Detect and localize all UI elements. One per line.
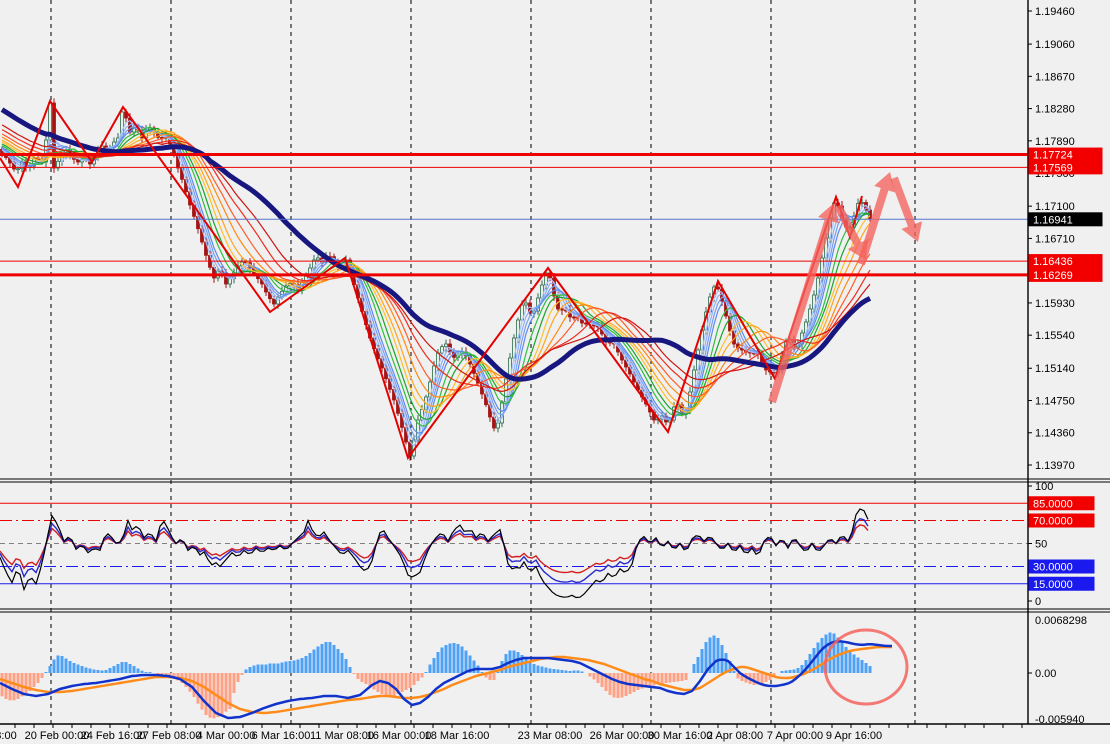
svg-text:0.00: 0.00	[1035, 668, 1056, 680]
ma-ribbon	[2, 121, 870, 446]
svg-text:1.16269: 1.16269	[1033, 270, 1073, 282]
svg-text:0.0068298: 0.0068298	[1035, 615, 1087, 627]
svg-text:18 Mar 16:00: 18 Mar 16:00	[425, 730, 490, 742]
svg-text:11 Mar 08:00: 11 Mar 08:00	[310, 730, 374, 742]
svg-text:1.18670: 1.18670	[1035, 71, 1075, 83]
svg-text:1.15930: 1.15930	[1035, 298, 1075, 310]
svg-text:1.19460: 1.19460	[1035, 6, 1075, 18]
time-axis-labels: 8:0020 Feb 00:0024 Feb 16:0027 Feb 08:00…	[0, 724, 1022, 742]
svg-text:26 Mar 00:00: 26 Mar 00:00	[590, 730, 655, 742]
drawn-annotations-arrows[interactable]	[772, 172, 922, 704]
svg-text:1.14360: 1.14360	[1035, 428, 1075, 440]
svg-text:27 Feb 08:00: 27 Feb 08:00	[137, 730, 202, 742]
chart-canvas[interactable]: 1.19460 1.19060 1.18670 1.18280 1.17890 1.175…	[0, 0, 1110, 744]
trading-chart-window: 1.19460 1.19060 1.18670 1.18280 1.17890 1.175…	[0, 0, 1110, 744]
price-axis-labels: 1.19460 1.19060 1.18670 1.18280 1.17890 1.175…	[1028, 6, 1103, 726]
trend-arrow-annotation[interactable]	[894, 178, 922, 242]
svg-text:30 Mar 16:00: 30 Mar 16:00	[648, 730, 713, 742]
macd-panel[interactable]	[0, 633, 892, 719]
svg-text:100: 100	[1035, 481, 1053, 493]
svg-text:1.18280: 1.18280	[1035, 104, 1075, 116]
svg-text:1.13970: 1.13970	[1035, 460, 1075, 472]
svg-text:1.15140: 1.15140	[1035, 363, 1075, 375]
svg-text:0: 0	[1035, 596, 1041, 608]
svg-text:50: 50	[1035, 539, 1047, 551]
svg-text:4 Mar 00:00: 4 Mar 00:00	[197, 730, 256, 742]
svg-text:16 Mar 00:00: 16 Mar 00:00	[367, 730, 432, 742]
svg-text:1.14750: 1.14750	[1035, 395, 1075, 407]
svg-text:6 Mar 16:00: 6 Mar 16:00	[252, 730, 311, 742]
svg-text:1.19060: 1.19060	[1035, 39, 1075, 51]
svg-text:-0.005940: -0.005940	[1035, 714, 1085, 726]
svg-text:2 Apr 08:00: 2 Apr 08:00	[707, 730, 763, 742]
svg-text:1.17100: 1.17100	[1035, 201, 1075, 213]
svg-text:1.17890: 1.17890	[1035, 136, 1075, 148]
trend-arrow-annotation[interactable]	[861, 172, 895, 264]
svg-text:1.15540: 1.15540	[1035, 330, 1075, 342]
svg-text:30.0000: 30.0000	[1033, 562, 1073, 574]
svg-text:1.17569: 1.17569	[1033, 162, 1073, 174]
svg-text:15.0000: 15.0000	[1033, 579, 1073, 591]
svg-text:70.0000: 70.0000	[1033, 516, 1073, 528]
svg-text:23 Mar 08:00: 23 Mar 08:00	[518, 730, 583, 742]
svg-text:9 Apr 16:00: 9 Apr 16:00	[826, 730, 882, 742]
svg-text:7 Apr 00:00: 7 Apr 00:00	[767, 730, 823, 742]
svg-text:1.16436: 1.16436	[1033, 256, 1073, 268]
svg-text:1.17724: 1.17724	[1033, 150, 1073, 162]
price-panel[interactable]	[0, 98, 1028, 461]
svg-text:85.0000: 85.0000	[1033, 498, 1073, 510]
svg-text:1.16941: 1.16941	[1033, 214, 1073, 226]
svg-text:8:00: 8:00	[0, 730, 17, 742]
svg-text:1.16710: 1.16710	[1035, 233, 1075, 245]
oscillator-panel[interactable]	[0, 503, 1028, 597]
